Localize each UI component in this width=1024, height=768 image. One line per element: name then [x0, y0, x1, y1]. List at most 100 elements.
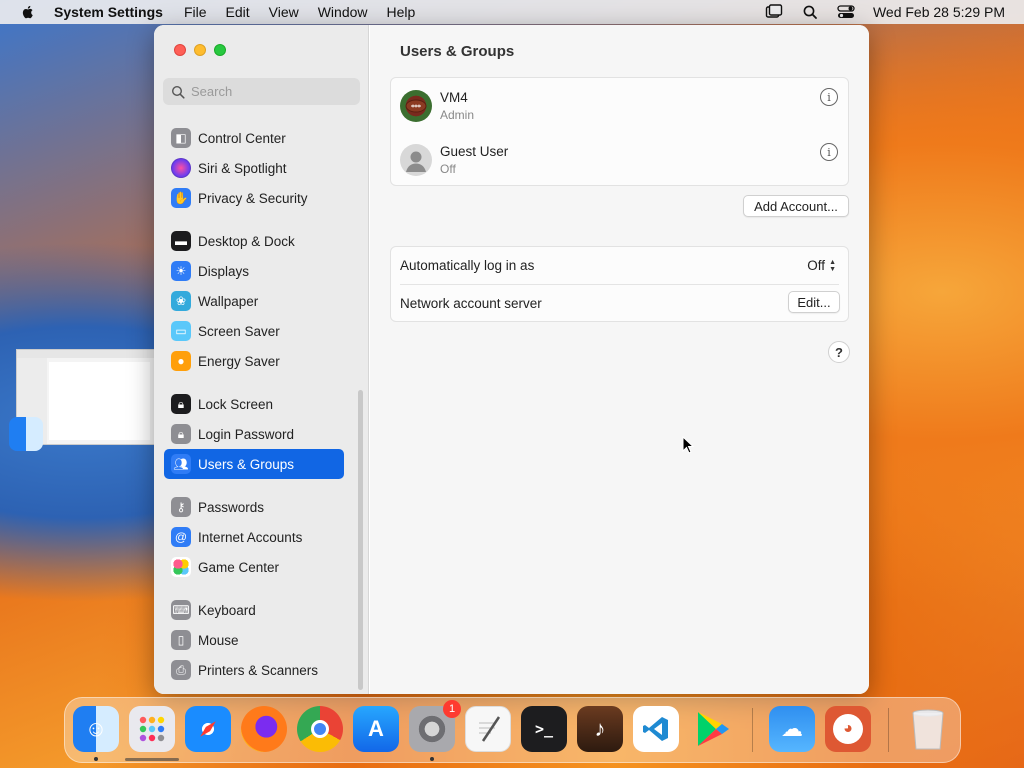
control-center-icon[interactable]	[837, 4, 855, 20]
user-row-guest[interactable]: Guest User Off i	[391, 132, 848, 187]
launchpad-icon[interactable]	[129, 706, 175, 752]
sidebar-item-login-password[interactable]: 🔒︎ Login Password	[164, 419, 344, 449]
football-icon	[405, 99, 427, 112]
guitar-icon[interactable]: ♪	[577, 706, 623, 752]
sidebar-item-mouse[interactable]: ▯ Mouse	[164, 625, 344, 655]
notification-badge: 1	[443, 700, 461, 718]
user-role: Admin	[440, 107, 475, 122]
sidebar-item-screen-saver[interactable]: ▭ Screen Saver	[164, 316, 344, 346]
apple-icon[interactable]	[20, 4, 36, 20]
search-input[interactable]	[191, 84, 351, 99]
screen-mirroring-icon[interactable]	[765, 4, 783, 20]
network-server-label: Network account server	[400, 296, 542, 311]
key-icon: ⚷	[171, 497, 191, 517]
sidebar-item-label: Screen Saver	[198, 323, 280, 339]
sidebar-search[interactable]	[163, 78, 360, 105]
hand-icon: ✋	[171, 188, 191, 208]
screen-saver-icon: ▭	[171, 321, 191, 341]
minimize-button[interactable]	[194, 44, 206, 56]
login-options-card: Automatically log in as Off ▲ ▼ Network a…	[390, 246, 849, 322]
finder-icon[interactable]	[9, 417, 43, 451]
menu-app-name[interactable]: System Settings	[54, 4, 163, 20]
menu-file[interactable]: File	[184, 4, 207, 20]
dock-scroll-indicator	[125, 758, 179, 761]
play-icon[interactable]	[689, 706, 735, 752]
spotlight-search-icon[interactable]	[801, 4, 819, 20]
system-settings-window: ◧ Control Center Siri & Spotlight ✋ Priv…	[154, 25, 869, 694]
settings-sidebar: ◧ Control Center Siri & Spotlight ✋ Priv…	[154, 25, 369, 694]
sidebar-item-lock-screen[interactable]: 🔒︎ Lock Screen	[164, 389, 344, 419]
sidebar-item-label: Internet Accounts	[198, 529, 303, 545]
gear-icon[interactable]: 1	[409, 700, 461, 752]
thumbnail-document	[49, 362, 150, 440]
sidebar-item-label: Passwords	[198, 499, 265, 515]
textedit-icon[interactable]	[465, 706, 511, 752]
sidebar-item-label: Printers & Scanners	[198, 662, 319, 678]
sidebar-item-siri-spotlight[interactable]: Siri & Spotlight	[164, 153, 344, 183]
user-role: Off	[440, 161, 456, 176]
at-icon: @	[171, 527, 191, 547]
trash-icon[interactable]	[905, 706, 951, 752]
user-text: Guest User Off	[440, 144, 508, 176]
keyboard-icon: ⌨	[171, 600, 191, 620]
guest-info-button[interactable]: i	[820, 143, 838, 161]
menubar-extras: Wed Feb 28 5:29 PM	[747, 4, 1005, 20]
sidebar-item-keyboard[interactable]: ⌨ Keyboard	[164, 595, 344, 625]
help-button[interactable]: ?	[828, 341, 850, 363]
duck-icon[interactable]: ◕	[825, 706, 871, 752]
sidebar-item-energy-saver[interactable]: ● Energy Saver	[164, 346, 344, 376]
firefox-icon[interactable]	[241, 706, 287, 752]
running-indicator	[94, 757, 98, 761]
bulb-icon: ●	[171, 351, 191, 371]
sidebar-item-printers-scanners[interactable]: ⎙ Printers & Scanners	[164, 655, 344, 685]
menu-edit[interactable]: Edit	[226, 4, 250, 20]
app-store-icon[interactable]: A	[353, 706, 399, 752]
dock: ☺ A 1 >_ ♪ ☁ ◕	[64, 697, 961, 763]
zoom-button[interactable]	[214, 44, 226, 56]
sun-icon: ☀	[171, 261, 191, 281]
menu-view[interactable]: View	[269, 4, 299, 20]
chrome-icon[interactable]	[297, 706, 343, 752]
sidebar-item-users-groups[interactable]: 👥︎ Users & Groups	[164, 449, 344, 479]
sidebar-item-internet-accounts[interactable]: @ Internet Accounts	[164, 522, 344, 552]
add-account-button[interactable]: Add Account...	[743, 195, 849, 217]
user-row-vm4[interactable]: VM4 Admin i	[391, 78, 848, 133]
mouse-cursor-icon	[682, 436, 694, 454]
vscode-icon[interactable]	[633, 706, 679, 752]
sidebar-item-label: Energy Saver	[198, 353, 280, 369]
football-avatar	[400, 89, 432, 122]
menu-window[interactable]: Window	[318, 4, 368, 20]
close-button[interactable]	[174, 44, 186, 56]
sidebar-item-label: Desktop & Dock	[198, 233, 295, 249]
finder-icon[interactable]: ☺	[73, 706, 119, 752]
auto-login-popup[interactable]: Off ▲ ▼	[807, 258, 836, 273]
sidebar-item-label: Displays	[198, 263, 250, 279]
sidebar-item-label: Lock Screen	[198, 396, 274, 412]
edit-button[interactable]: Edit...	[788, 291, 840, 313]
window-controls	[174, 44, 226, 56]
dock-icon: ▬	[171, 231, 191, 251]
siri-icon	[171, 158, 191, 178]
weather-icon[interactable]: ☁	[769, 706, 815, 752]
sidebar-item-game-center[interactable]: Game Center	[164, 552, 344, 582]
sidebar-item-label: Siri & Spotlight	[198, 160, 287, 176]
sidebar-item-wallpaper[interactable]: ❀ Wallpaper	[164, 286, 344, 316]
lock-icon: 🔒︎	[171, 424, 191, 444]
sidebar-item-passwords[interactable]: ⚷ Passwords	[164, 492, 344, 522]
safari-icon[interactable]	[185, 706, 231, 752]
sidebar-item-control-center[interactable]: ◧ Control Center	[164, 123, 344, 153]
terminal-icon[interactable]: >_	[521, 706, 567, 752]
sidebar-scrollbar[interactable]	[358, 390, 363, 690]
person-icon	[400, 143, 432, 176]
sidebar-item-label: Game Center	[198, 559, 280, 575]
sidebar-item-label: Privacy & Security	[198, 190, 308, 206]
settings-content: Users & Groups VM4 Admin i Guest User Of…	[370, 25, 869, 694]
sidebar-item-displays[interactable]: ☀ Displays	[164, 256, 344, 286]
menu-help[interactable]: Help	[387, 4, 416, 20]
user-info-button[interactable]: i	[820, 88, 838, 106]
sidebar-item-privacy-security[interactable]: ✋ Privacy & Security	[164, 183, 344, 213]
flower-icon: ❀	[171, 291, 191, 311]
sidebar-item-desktop-dock[interactable]: ▬ Desktop & Dock	[164, 226, 344, 256]
users-icon: 👥︎	[171, 454, 191, 474]
menubar-clock[interactable]: Wed Feb 28 5:29 PM	[873, 4, 1005, 20]
